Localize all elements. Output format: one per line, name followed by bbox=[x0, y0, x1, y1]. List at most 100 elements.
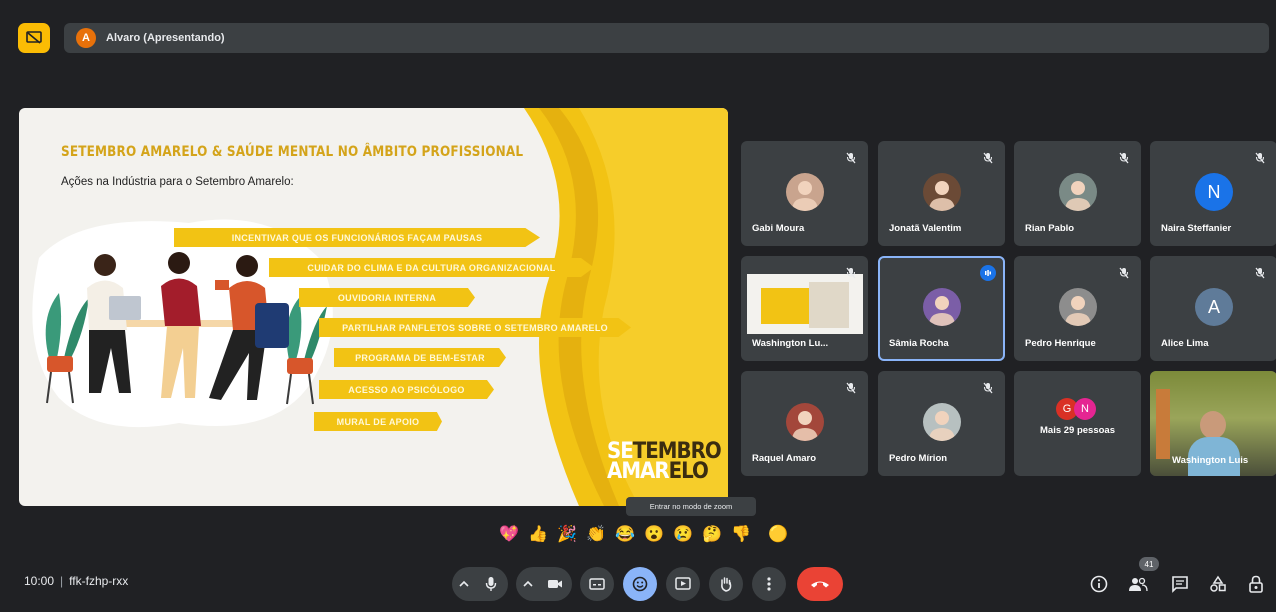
reaction-emoji[interactable]: 👍 bbox=[527, 524, 549, 546]
participant-tile[interactable]: Washington Luis bbox=[1150, 371, 1276, 476]
reaction-emoji[interactable]: 😂 bbox=[614, 524, 636, 546]
participant-tile[interactable]: Gabi Moura bbox=[741, 141, 868, 246]
mic-off-icon bbox=[1252, 150, 1268, 166]
participant-name: Rian Pablo bbox=[1025, 223, 1075, 234]
presentation-slide[interactable]: SETEMBRO AMARELO & SAÚDE MENTAL NO ÂMBIT… bbox=[19, 108, 728, 506]
participant-tile[interactable]: Raquel Amaro bbox=[741, 371, 868, 476]
participant-avatar bbox=[923, 173, 961, 211]
action-arrow: INCENTIVAR QUE OS FUNCIONÁRIOS FAÇAM PAU… bbox=[174, 228, 540, 247]
info-icon bbox=[1090, 575, 1108, 593]
mic-control-group bbox=[452, 567, 508, 601]
action-arrow: ACESSO AO PSICÓLOGO bbox=[319, 380, 494, 399]
participant-name: Raquel Amaro bbox=[752, 453, 817, 464]
participant-name: Mais 29 pessoas bbox=[1040, 425, 1115, 436]
chat-icon bbox=[1172, 576, 1188, 593]
activities-button[interactable] bbox=[1206, 572, 1230, 596]
participant-name: Gabi Moura bbox=[752, 223, 805, 234]
participant-tile[interactable]: Jonatã Valentim bbox=[878, 141, 1005, 246]
mic-off-icon bbox=[1116, 150, 1132, 166]
meeting-separator: | bbox=[60, 574, 64, 588]
lock-person-icon bbox=[1249, 575, 1263, 593]
zoom-mode-tooltip: Entrar no modo de zoom bbox=[626, 497, 756, 516]
reactions-button[interactable] bbox=[623, 567, 657, 601]
camera-control-group bbox=[516, 567, 572, 601]
reactions-bar: 💖 👍 🎉 👏 😂 😮 😢 🤔 👎 🟡 bbox=[498, 522, 789, 548]
participant-name: Washington Luis bbox=[1172, 455, 1249, 466]
more-vert-icon bbox=[767, 577, 771, 591]
presenter-avatar: A bbox=[76, 28, 96, 48]
participant-tile[interactable]: Sâmia Rocha bbox=[878, 256, 1005, 361]
meeting-details-button[interactable] bbox=[1087, 572, 1111, 596]
microphone-button[interactable] bbox=[476, 576, 506, 592]
emoji-icon bbox=[632, 576, 648, 592]
presenter-banner: A Alvaro (Apresentando) bbox=[64, 23, 1269, 53]
reaction-emoji[interactable]: 🟡 bbox=[767, 524, 789, 546]
setembro-amarelo-logo: SETEMBRO AMARELO bbox=[607, 439, 722, 484]
presentation-icon-button[interactable] bbox=[18, 23, 50, 53]
chevron-up-icon[interactable] bbox=[452, 580, 476, 588]
participant-name: Alice Lima bbox=[1161, 338, 1209, 349]
slide-title: SETEMBRO AMARELO & SAÚDE MENTAL NO ÂMBIT… bbox=[61, 144, 524, 160]
host-controls-button[interactable] bbox=[1244, 572, 1268, 596]
participant-name: Pedro Mírion bbox=[889, 453, 948, 464]
captions-icon bbox=[589, 578, 605, 590]
chevron-up-icon[interactable] bbox=[516, 580, 540, 588]
more-options-button[interactable] bbox=[752, 567, 786, 601]
people-icon bbox=[1129, 577, 1148, 592]
participant-tile[interactable]: Washington Lu... bbox=[741, 256, 868, 361]
participant-tile[interactable]: G N Mais 29 pessoas bbox=[1014, 371, 1141, 476]
more-participants-avatars: GN bbox=[1056, 398, 1096, 420]
speaking-indicator bbox=[980, 265, 996, 281]
raise-hand-button[interactable] bbox=[709, 567, 743, 601]
reaction-emoji[interactable]: 👏 bbox=[585, 524, 607, 546]
participant-avatar bbox=[923, 288, 961, 326]
phone-hangup-icon bbox=[811, 581, 829, 588]
meeting-info: 10:00 | ffk-fzhp-rxx bbox=[24, 574, 128, 588]
participant-name: Washington Lu... bbox=[752, 338, 829, 349]
captions-button[interactable] bbox=[580, 567, 614, 601]
presenter-name: Alvaro (Apresentando) bbox=[106, 32, 225, 44]
participant-avatar bbox=[786, 173, 824, 211]
participant-avatar bbox=[1059, 173, 1097, 211]
action-arrow: MURAL DE APOIO bbox=[314, 412, 442, 431]
chat-button[interactable] bbox=[1168, 572, 1192, 596]
action-arrow: CUIDAR DO CLIMA E DA CULTURA ORGANIZACIO… bbox=[269, 258, 594, 277]
mic-off-icon bbox=[980, 150, 996, 166]
participant-avatar bbox=[786, 403, 824, 441]
reaction-emoji[interactable]: 🎉 bbox=[556, 524, 578, 546]
meeting-code: ffk-fzhp-rxx bbox=[69, 574, 129, 588]
mic-off-icon bbox=[1116, 265, 1132, 281]
participant-name: Naira Steffanier bbox=[1161, 223, 1232, 234]
present-screen-button[interactable] bbox=[666, 567, 700, 601]
camera-icon bbox=[548, 580, 562, 588]
camera-button[interactable] bbox=[540, 578, 570, 590]
mic-off-icon bbox=[843, 380, 859, 396]
shapes-icon bbox=[1210, 575, 1226, 592]
action-arrow: PARTILHAR PANFLETOS SOBRE O SETEMBRO AMA… bbox=[319, 318, 631, 337]
participant-tile[interactable]: Pedro Henrique bbox=[1014, 256, 1141, 361]
participant-avatar: A bbox=[1195, 288, 1233, 326]
participant-tile[interactable]: Pedro Mírion bbox=[878, 371, 1005, 476]
mic-off-icon bbox=[843, 265, 859, 281]
action-arrow: OUVIDORIA INTERNA bbox=[299, 288, 475, 307]
reaction-emoji[interactable]: 😢 bbox=[672, 524, 694, 546]
participant-tile[interactable]: Rian Pablo bbox=[1014, 141, 1141, 246]
microphone-icon bbox=[485, 577, 497, 591]
leave-call-button[interactable] bbox=[797, 567, 843, 601]
mic-off-icon bbox=[980, 380, 996, 396]
participants-button[interactable] bbox=[1126, 572, 1150, 596]
reaction-emoji[interactable]: 🤔 bbox=[701, 524, 723, 546]
participant-count-badge: 41 bbox=[1139, 557, 1159, 571]
reaction-emoji[interactable]: 👎 bbox=[730, 524, 752, 546]
reaction-emoji[interactable]: 😮 bbox=[643, 524, 665, 546]
screen-share-preview bbox=[747, 274, 863, 334]
participant-avatar: N bbox=[1195, 173, 1233, 211]
participant-name: Sâmia Rocha bbox=[889, 338, 949, 349]
meeting-time: 10:00 bbox=[24, 574, 55, 588]
participant-avatar bbox=[923, 403, 961, 441]
participant-tile[interactable]: N Naira Steffanier bbox=[1150, 141, 1276, 246]
reaction-emoji[interactable]: 💖 bbox=[498, 524, 520, 546]
participant-name: Jonatã Valentim bbox=[889, 223, 962, 234]
action-arrow: PROGRAMA DE BEM-ESTAR bbox=[334, 348, 506, 367]
participant-tile[interactable]: A Alice Lima bbox=[1150, 256, 1276, 361]
